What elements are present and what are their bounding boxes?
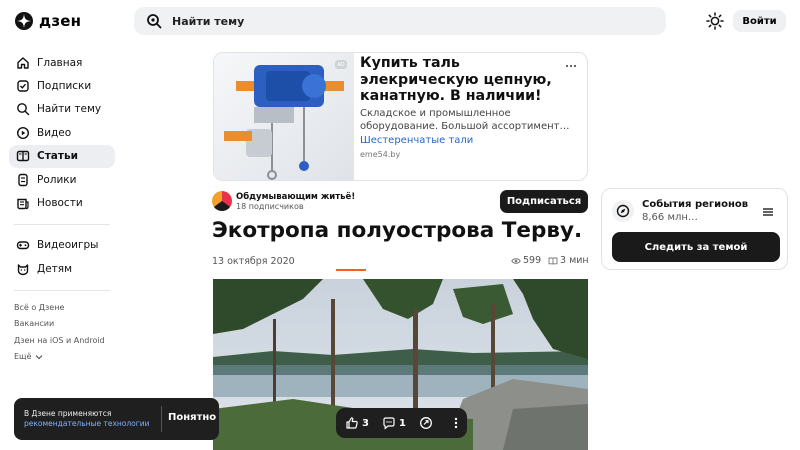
sidebar: Главная Подписки Найти тему Видео Статьи…: [9, 51, 115, 365]
clips-icon: [18, 173, 28, 186]
channel-name[interactable]: Обдумывающим житьё!: [236, 192, 355, 202]
comment-icon: [383, 417, 395, 430]
recommendation-notice: В Дзене применяются рекомендательные тех…: [14, 398, 219, 440]
sidebar-item-label: Видео: [37, 126, 72, 139]
sidebar-item-label: Статьи: [37, 150, 78, 163]
share-button[interactable]: [419, 416, 436, 430]
sidebar-item-kids[interactable]: Детям: [9, 257, 115, 280]
topic-icon: [612, 200, 634, 222]
home-icon: [17, 56, 29, 69]
article-views: 599: [511, 255, 541, 266]
topic-widget: События регионов 8,66 млн… Следить за те…: [601, 188, 788, 270]
logo-text: дзен: [39, 12, 82, 30]
more-dots-icon[interactable]: [564, 61, 578, 71]
notice-link[interactable]: рекомендательные технологии: [24, 419, 149, 428]
footer-link-about[interactable]: Всё о Дзене: [14, 300, 115, 316]
ad-hoist-image[interactable]: [214, 53, 354, 180]
notice-divider: [161, 406, 162, 432]
comment-count: 1: [398, 417, 406, 429]
like-count: 3: [362, 417, 369, 429]
articles-icon: [16, 151, 30, 162]
footer-more-button[interactable]: Ещё: [14, 348, 115, 364]
sidebar-item-label: Новости: [37, 197, 83, 210]
follow-topic-button[interactable]: Следить за темой: [612, 232, 780, 262]
eye-icon: [511, 257, 521, 264]
article-date: 13 октября 2020: [212, 256, 295, 267]
subscribe-button[interactable]: Подписаться: [500, 190, 588, 213]
theme-toggle-sun-icon[interactable]: [706, 12, 724, 30]
sidebar-item-label: Найти тему: [37, 103, 102, 116]
kids-icon: [17, 264, 29, 276]
sidebar-item-label: Детям: [37, 262, 73, 275]
sidebar-divider: [14, 223, 110, 225]
ad-link[interactable]: Шестеренчатые тали: [360, 135, 473, 146]
sidebar-item-clips[interactable]: Ролики: [9, 168, 115, 191]
article-read-time: 3 мин: [548, 255, 589, 266]
channel-avatar[interactable]: [212, 191, 232, 211]
notice-ok-button[interactable]: Понятно: [168, 412, 216, 423]
notice-text: В Дзене применяются рекомендательные тех…: [24, 409, 164, 429]
read-progress-bar: [336, 269, 366, 271]
dzen-logo[interactable]: дзен: [15, 11, 81, 31]
share-icon: [419, 417, 432, 429]
more-actions-button[interactable]: [449, 416, 466, 430]
sidebar-item-label: Главная: [37, 56, 83, 69]
dzen-logo-icon: [15, 12, 33, 30]
sidebar-item-videogames[interactable]: Видеоигры: [9, 234, 115, 257]
topic-title[interactable]: События регионов: [642, 199, 748, 210]
footer-more-label: Ещё: [14, 352, 32, 362]
notice-text-main: В Дзене применяются: [24, 409, 112, 418]
sidebar-item-label: Ролики: [37, 173, 77, 186]
menu-icon[interactable]: [762, 207, 774, 217]
thumb-up-icon: [346, 417, 358, 429]
footer-link-vacancies[interactable]: Вакансии: [14, 316, 115, 332]
compass-icon: [616, 204, 630, 218]
views-count: 599: [523, 255, 542, 266]
sidebar-item-label: Видеоигры: [37, 239, 99, 252]
sidebar-item-home[interactable]: Главная: [9, 51, 115, 74]
article-title: Экотропа полуострова Терву.: [212, 218, 583, 243]
sidebar-item-articles[interactable]: Статьи: [9, 144, 115, 168]
read-time-value: 3 мин: [560, 255, 589, 266]
ad-description: Складское и промышленное оборудование. Б…: [360, 108, 570, 132]
login-button[interactable]: Войти: [733, 10, 786, 32]
search-input[interactable]: Найти тему: [172, 15, 244, 28]
sidebar-item-news[interactable]: Новости: [9, 191, 115, 214]
sidebar-footer: Всё о Дзене Вакансии Дзен на iOS и Andro…: [9, 300, 115, 365]
more-vertical-icon: [454, 417, 458, 429]
search-icon: [147, 14, 162, 29]
topic-subscribers: 8,66 млн…: [642, 212, 698, 223]
subscriptions-icon: [17, 80, 29, 92]
search-bar[interactable]: Найти тему: [134, 7, 666, 35]
gamepad-icon: [16, 241, 30, 250]
article-action-bar: 3 1: [336, 408, 467, 438]
footer-link-apps[interactable]: Дзен на iOS и Android: [14, 332, 115, 348]
sidebar-item-label: Подписки: [37, 80, 92, 93]
video-icon: [16, 126, 30, 139]
sidebar-item-video[interactable]: Видео: [9, 121, 115, 144]
ad-badge: AD: [335, 60, 347, 69]
news-icon: [17, 198, 29, 210]
sidebar-item-subscriptions[interactable]: Подписки: [9, 74, 115, 97]
book-icon: [548, 257, 558, 265]
like-button[interactable]: 3: [345, 416, 369, 430]
sidebar-item-find-topic[interactable]: Найти тему: [9, 98, 115, 121]
sidebar-divider: [14, 289, 110, 291]
ad-title[interactable]: Купить таль элекрическую цепную, канатну…: [360, 55, 560, 105]
search-icon: [17, 103, 30, 116]
ad-domain: eme54.by: [360, 150, 401, 159]
chevron-down-icon: [35, 354, 42, 359]
ad-block[interactable]: AD Купить таль элекрическую цепную, кана…: [213, 52, 588, 181]
comments-button[interactable]: 1: [382, 416, 406, 430]
channel-subscribers: 18 подписчиков: [236, 202, 304, 211]
